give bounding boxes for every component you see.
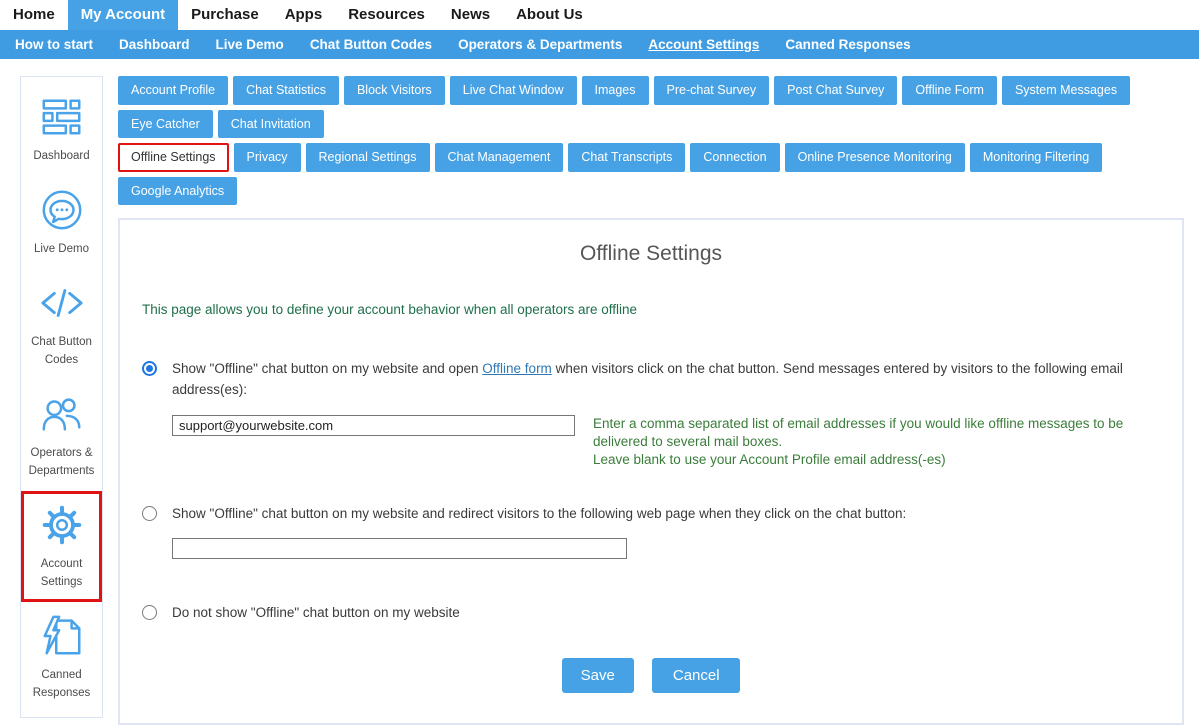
tab-post-chat-survey[interactable]: Post Chat Survey <box>774 76 897 105</box>
cancel-button[interactable]: Cancel <box>652 658 740 693</box>
sidebar-item-chat-button-codes[interactable]: Chat Button Codes <box>21 269 102 380</box>
option-no-offline-button: Do not show "Offline" chat button on my … <box>142 603 1160 624</box>
email-input-row: Enter a comma separated list of email ad… <box>172 415 1160 470</box>
sub-nav-dashboard[interactable]: Dashboard <box>106 30 203 59</box>
email-hint-line1: Enter a comma separated list of email ad… <box>593 416 1123 449</box>
tab-chat-management[interactable]: Chat Management <box>435 143 564 172</box>
action-buttons: Save Cancel <box>142 658 1160 693</box>
radio-show-offline-form[interactable] <box>142 361 157 376</box>
tab-monitoring-filtering[interactable]: Monitoring Filtering <box>970 143 1102 172</box>
top-nav-my-account[interactable]: My Account <box>68 0 178 30</box>
option-label: Do not show "Offline" chat button on my … <box>172 603 460 624</box>
email-hint-line2: Leave blank to use your Account Profile … <box>593 452 946 467</box>
sidebar-item-label: Chat Button Codes <box>31 336 92 366</box>
tab-chat-statistics[interactable]: Chat Statistics <box>233 76 339 105</box>
sidebar-item-account-settings[interactable]: Account Settings <box>21 491 102 602</box>
tab-system-messages[interactable]: System Messages <box>1002 76 1130 105</box>
option-redirect-webpage: Show "Offline" chat button on my website… <box>142 504 1160 525</box>
sidebar-item-label: Live Demo <box>34 243 89 255</box>
chat-bubble-icon <box>39 187 85 233</box>
tab-regional-settings[interactable]: Regional Settings <box>306 143 430 172</box>
offline-settings-panel: Offline Settings This page allows you to… <box>118 218 1184 725</box>
sidebar-item-label: Operators & Departments <box>29 447 95 477</box>
sub-nav: How to start Dashboard Live Demo Chat Bu… <box>0 30 1199 59</box>
sub-nav-live-demo[interactable]: Live Demo <box>203 30 297 59</box>
tab-images[interactable]: Images <box>582 76 649 105</box>
radio-redirect-webpage[interactable] <box>142 506 157 521</box>
save-button[interactable]: Save <box>562 658 634 693</box>
offline-email-input[interactable] <box>172 415 575 436</box>
code-icon <box>39 280 85 326</box>
settings-tabs-row-1: Account Profile Chat Statistics Block Vi… <box>118 76 1184 138</box>
email-hint-text: Enter a comma separated list of email ad… <box>593 415 1148 470</box>
top-nav-apps[interactable]: Apps <box>272 0 336 30</box>
top-nav-news[interactable]: News <box>438 0 503 30</box>
page-title: Offline Settings <box>142 242 1160 266</box>
tab-online-presence-monitoring[interactable]: Online Presence Monitoring <box>785 143 965 172</box>
top-nav: Home My Account Purchase Apps Resources … <box>0 0 1199 30</box>
tab-pre-chat-survey[interactable]: Pre-chat Survey <box>654 76 770 105</box>
dashboard-icon <box>39 94 85 140</box>
option-label: Show "Offline" chat button on my website… <box>172 504 906 525</box>
sub-nav-chat-button-codes[interactable]: Chat Button Codes <box>297 30 445 59</box>
sub-nav-how-to-start[interactable]: How to start <box>2 30 106 59</box>
sidebar-item-label: Account Settings <box>41 558 83 588</box>
sub-nav-operators-departments[interactable]: Operators & Departments <box>445 30 635 59</box>
sidebar-item-label: Dashboard <box>33 150 89 162</box>
tab-chat-transcripts[interactable]: Chat Transcripts <box>568 143 685 172</box>
tab-offline-form[interactable]: Offline Form <box>902 76 997 105</box>
tab-block-visitors[interactable]: Block Visitors <box>344 76 445 105</box>
tab-google-analytics[interactable]: Google Analytics <box>118 177 237 206</box>
top-nav-home[interactable]: Home <box>0 0 68 30</box>
top-nav-about-us[interactable]: About Us <box>503 0 596 30</box>
gear-icon <box>39 502 85 548</box>
tab-account-profile[interactable]: Account Profile <box>118 76 228 105</box>
sidebar-item-canned-responses[interactable]: Canned Responses <box>21 602 102 713</box>
option-label: Show "Offline" chat button on my website… <box>172 359 1160 401</box>
tab-privacy[interactable]: Privacy <box>234 143 301 172</box>
tab-connection[interactable]: Connection <box>690 143 779 172</box>
tab-offline-settings[interactable]: Offline Settings <box>118 143 229 172</box>
tab-chat-invitation[interactable]: Chat Invitation <box>218 110 324 139</box>
sidebar-item-label: Canned Responses <box>33 669 91 699</box>
sidebar-item-operators-departments[interactable]: Operators & Departments <box>21 380 102 491</box>
people-icon <box>39 391 85 437</box>
sidebar-item-live-demo[interactable]: Live Demo <box>21 176 102 269</box>
top-nav-resources[interactable]: Resources <box>335 0 438 30</box>
tab-live-chat-window[interactable]: Live Chat Window <box>450 76 577 105</box>
redirect-url-input[interactable] <box>172 538 627 559</box>
option-show-offline-form: Show "Offline" chat button on my website… <box>142 359 1160 401</box>
sub-nav-canned-responses[interactable]: Canned Responses <box>772 30 923 59</box>
radio-no-offline-button[interactable] <box>142 605 157 620</box>
top-nav-purchase[interactable]: Purchase <box>178 0 272 30</box>
sidebar-item-dashboard[interactable]: Dashboard <box>21 83 102 176</box>
settings-tabs-row-2: Offline Settings Privacy Regional Settin… <box>118 143 1184 205</box>
offline-form-link[interactable]: Offline form <box>482 361 552 376</box>
option1-text-before: Show "Offline" chat button on my website… <box>172 361 482 376</box>
tab-eye-catcher[interactable]: Eye Catcher <box>118 110 213 139</box>
url-input-row <box>172 538 1160 559</box>
lightning-page-icon <box>39 613 85 659</box>
sidebar: Dashboard Live Demo <box>20 76 103 718</box>
sub-nav-account-settings[interactable]: Account Settings <box>635 30 772 59</box>
page-description: This page allows you to define your acco… <box>142 302 1160 317</box>
